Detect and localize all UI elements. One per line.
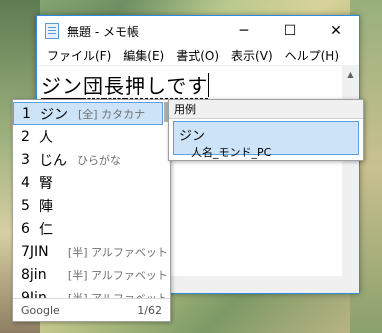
menu-edit[interactable]: 編集(E) <box>117 47 170 64</box>
usage-header: 用例 <box>169 100 363 119</box>
menu-view[interactable]: 表示(V) <box>225 47 279 64</box>
candidate-item[interactable]: 4腎 <box>13 171 163 194</box>
ime-provider-logo: Google <box>21 303 60 317</box>
candidate-item[interactable]: 2人 <box>13 125 163 148</box>
scroll-up-arrow-icon[interactable]: ▲ <box>342 66 359 83</box>
menu-help[interactable]: ヘルプ(H) <box>279 47 345 64</box>
candidate-item[interactable]: 7 JIN [半] アルファベット <box>13 240 168 263</box>
candidate-page-indicator: 1/62 <box>137 303 162 317</box>
composition-text: ジン団長押しです <box>41 70 210 100</box>
menu-bar: ファイル(F) 編集(E) 書式(O) 表示(V) ヘルプ(H) <box>37 46 359 66</box>
menu-format[interactable]: 書式(O) <box>170 47 225 64</box>
title-bar[interactable]: 無題 - メモ帳 ─ ☐ ✕ <box>37 16 359 46</box>
menu-file[interactable]: ファイル(F) <box>41 47 117 64</box>
candidate-item[interactable]: 6仁 <box>13 217 163 240</box>
ime-candidate-window: 1 ジン [全] カタカナ 2人 3 じん ひらがな 4腎 5陣 6仁 7 JIN [半] … <box>12 99 171 322</box>
text-caret <box>208 73 210 97</box>
active-clause: ジン <box>41 74 83 100</box>
usage-description: 人名_モンド_PC <box>191 146 272 159</box>
clause-2: 団 <box>83 74 104 99</box>
candidate-item[interactable]: 3 じん ひらがな <box>13 148 163 171</box>
minimize-button[interactable]: ─ <box>221 16 267 46</box>
vertical-scrollbar[interactable]: ▲ <box>342 66 359 276</box>
usage-entry: ジン 人名_モンド_PC <box>173 121 359 159</box>
usage-word: ジン <box>179 129 206 144</box>
window-controls: ─ ☐ ✕ <box>221 16 359 46</box>
notepad-app-icon[interactable] <box>45 23 59 39</box>
clause-3: 長 <box>104 74 125 99</box>
clause-4: 押しです <box>125 74 209 99</box>
candidate-footer: Google 1/62 <box>13 298 170 321</box>
maximize-button[interactable]: ☐ <box>267 16 313 46</box>
usage-example-panel: 用例 ジン 人名_モンド_PC <box>168 99 364 161</box>
candidate-item[interactable]: 1 ジン [全] カタカナ <box>13 102 163 125</box>
candidate-list: 1 ジン [全] カタカナ 2人 3 じん ひらがな 4腎 5陣 6仁 7 JIN [半] … <box>13 102 168 309</box>
candidate-item[interactable]: 8 jin [半] アルファベット <box>13 263 168 286</box>
close-button[interactable]: ✕ <box>313 16 359 46</box>
candidate-item[interactable]: 5陣 <box>13 194 163 217</box>
window-title: 無題 - メモ帳 <box>67 24 139 39</box>
